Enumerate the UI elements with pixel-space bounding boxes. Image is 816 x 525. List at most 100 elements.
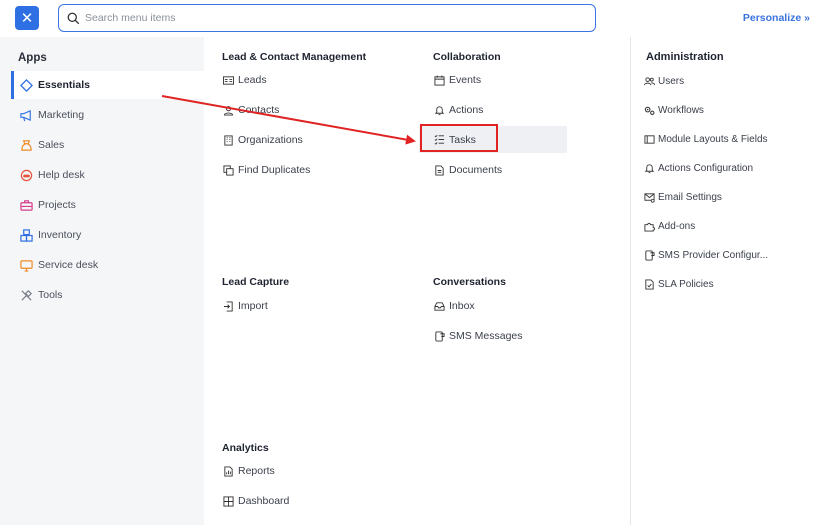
menu-item-label: Reports (238, 465, 275, 477)
menu-item-label: Leads (238, 74, 267, 86)
section-title-analytics: Analytics (222, 442, 269, 454)
search-icon (67, 12, 80, 24)
menu-item-sms-messages[interactable]: SMS Messages (433, 323, 523, 349)
gears-icon (643, 104, 655, 116)
megaphone-icon (19, 108, 33, 122)
app-item-service-desk[interactable]: Service desk (11, 251, 204, 279)
admin-item-users[interactable]: Users (643, 75, 684, 87)
app-item-sales[interactable]: Sales (11, 131, 204, 159)
section-title-conversations: Conversations (433, 276, 506, 288)
menu-item-label: SMS Messages (449, 330, 523, 342)
menu-item-label: Documents (449, 164, 503, 176)
menu-item-label: Dashboard (238, 495, 290, 507)
menu-item-label: Import (238, 300, 268, 312)
app-item-label: Service desk (38, 259, 99, 271)
admin-item-actions-configuration[interactable]: Actions Configuration (643, 162, 753, 174)
monitor-icon (19, 258, 33, 272)
menu-item-events[interactable]: Events (433, 67, 481, 93)
menu-item-dashboard[interactable]: Dashboard (222, 488, 289, 514)
admin-item-add-ons[interactable]: Add-ons (643, 220, 695, 232)
id-card-icon (222, 74, 234, 86)
import-icon (222, 300, 234, 312)
sms-icon (643, 249, 655, 261)
document-icon (433, 164, 445, 176)
menu-item-contacts[interactable]: Contacts (222, 97, 279, 123)
bell-icon (643, 162, 655, 174)
bell-icon (433, 104, 445, 116)
menu-item-label: Find Duplicates (238, 164, 311, 176)
admin-item-sla-policies[interactable]: SLA Policies (643, 278, 714, 290)
apps-title: Apps (18, 52, 47, 64)
calendar-icon (433, 74, 445, 86)
contacts-icon (222, 104, 234, 116)
app-item-help-desk[interactable]: Help desk (11, 161, 204, 189)
menu-item-import[interactable]: Import (222, 293, 268, 319)
app-item-projects[interactable]: Projects (11, 191, 204, 219)
section-title-collaboration: Collaboration (433, 51, 501, 63)
menu-item-label: Contacts (238, 104, 280, 116)
menu-item-organizations[interactable]: Organizations (222, 127, 303, 153)
menu-item-label: Events (449, 74, 482, 86)
menu-item-label: Actions (449, 104, 484, 116)
app-item-essentials[interactable]: Essentials (11, 71, 204, 99)
admin-item-label: SLA Policies (658, 278, 714, 290)
menu-item-inbox[interactable]: Inbox (433, 293, 475, 319)
menu-item-leads[interactable]: Leads (222, 67, 267, 93)
admin-item-workflows[interactable]: Workflows (643, 104, 704, 116)
app-item-tools[interactable]: Tools (11, 281, 204, 309)
app-item-inventory[interactable]: Inventory (11, 221, 204, 249)
app-item-label: Projects (38, 199, 76, 211)
close-button[interactable]: ✕ (15, 6, 39, 30)
personalize-link[interactable]: Personalize » (743, 12, 810, 24)
admin-item-label: Email Settings (658, 191, 722, 203)
duplicate-icon (222, 164, 234, 176)
app-item-label: Help desk (38, 169, 85, 181)
diamond-icon (19, 78, 33, 92)
admin-item-label: Actions Configuration (658, 162, 754, 174)
briefcase-icon (19, 198, 33, 212)
admin-item-email-settings[interactable]: Email Settings (643, 191, 722, 203)
menu-item-find-duplicates[interactable]: Find Duplicates (222, 157, 310, 183)
inbox-icon (433, 300, 445, 312)
tools-icon (19, 288, 33, 302)
app-item-label: Tools (38, 289, 63, 301)
puzzle-icon (643, 220, 655, 232)
menu-item-label: Organizations (238, 134, 303, 146)
menu-item-documents[interactable]: Documents (433, 157, 502, 183)
app-item-label: Marketing (38, 109, 85, 121)
menu-item-reports[interactable]: Reports (222, 458, 275, 484)
layout-icon (643, 133, 655, 145)
report-icon (222, 465, 234, 477)
search-box[interactable] (58, 4, 596, 32)
admin-item-label: SMS Provider Configur... (658, 249, 769, 261)
administration-panel: Administration Users Workflows Module La… (630, 37, 816, 525)
highlight-box (420, 124, 498, 152)
menu-item-actions[interactable]: Actions (433, 97, 483, 123)
section-title-lead-capture: Lead Capture (222, 276, 290, 288)
app-item-label: Essentials (38, 79, 90, 91)
sms-icon (433, 330, 445, 342)
helpdesk-icon (19, 168, 33, 182)
users-icon (643, 75, 655, 87)
admin-item-label: Add-ons (658, 220, 696, 232)
apps-sidebar: Apps Essentials Marketing Sales Help des… (0, 37, 204, 525)
app-item-label: Inventory (38, 229, 82, 241)
admin-item-label: Module Layouts & Fields (658, 133, 768, 145)
dashboard-icon (222, 495, 234, 507)
section-title-administration: Administration (646, 51, 724, 63)
app-item-marketing[interactable]: Marketing (11, 101, 204, 129)
admin-item-label: Workflows (658, 104, 704, 116)
admin-item-module-layouts[interactable]: Module Layouts & Fields (643, 133, 768, 145)
top-bar: ✕ Personalize » (0, 0, 816, 37)
app-item-label: Sales (38, 139, 65, 151)
search-input[interactable] (85, 12, 565, 24)
building-icon (222, 134, 234, 146)
menu-item-label: Inbox (449, 300, 475, 312)
sales-icon (19, 138, 33, 152)
sla-document-icon (643, 278, 655, 290)
admin-item-label: Users (658, 75, 685, 87)
email-settings-icon (643, 191, 655, 203)
boxes-icon (19, 228, 33, 242)
section-title-lead-contact: Lead & Contact Management (222, 51, 367, 63)
admin-item-sms-provider[interactable]: SMS Provider Configur... (643, 249, 768, 261)
